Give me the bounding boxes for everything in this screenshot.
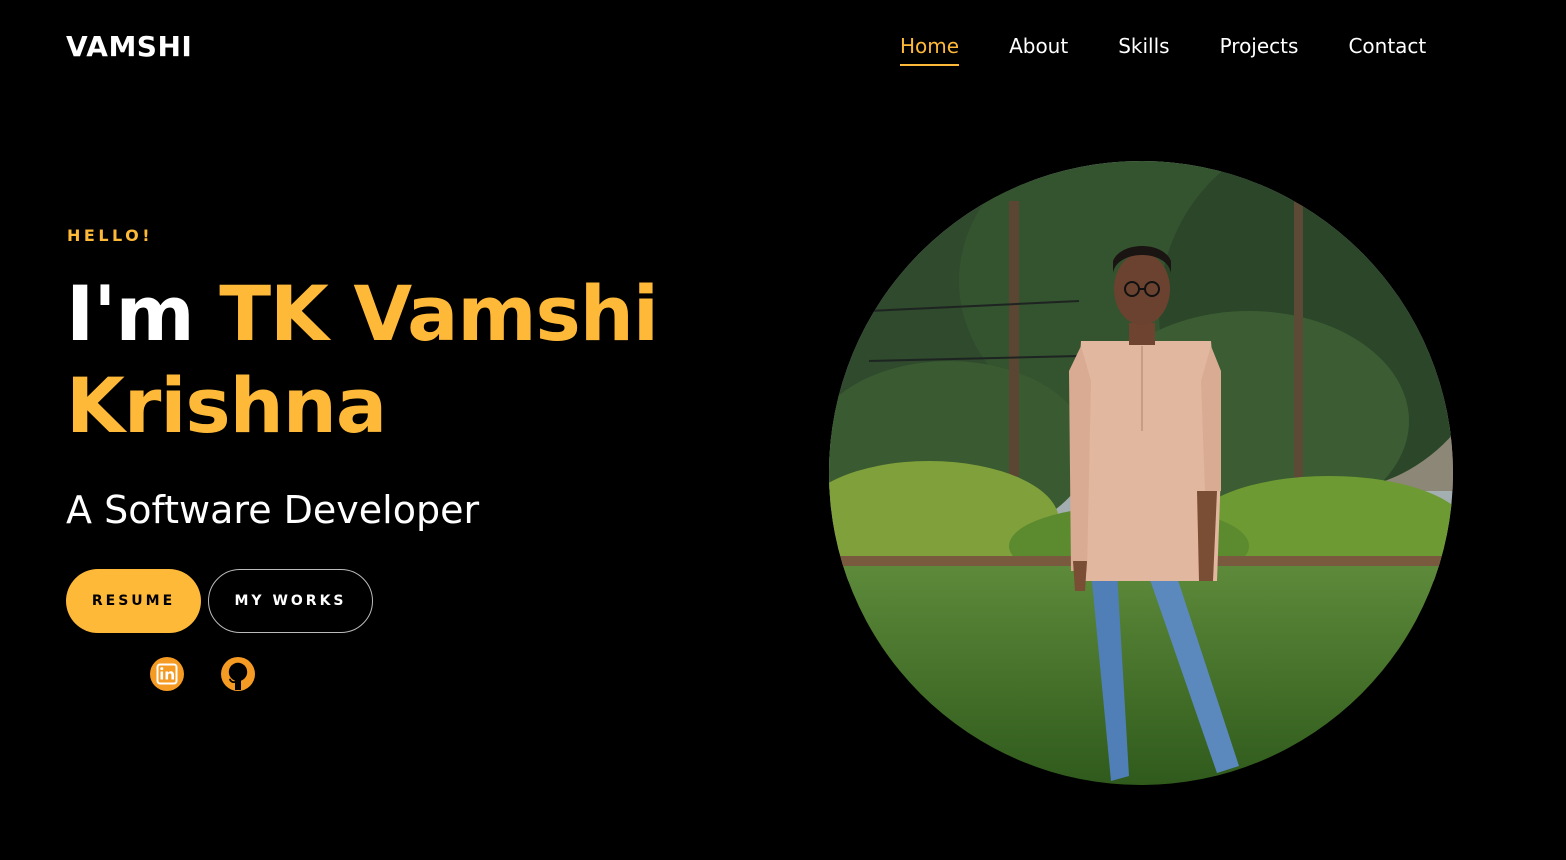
resume-button[interactable]: RESUME [66, 569, 201, 633]
nav-item-skills[interactable]: Skills [1118, 34, 1169, 66]
hero-subtitle: A Software Developer [66, 488, 480, 532]
nav-item-about[interactable]: About [1009, 34, 1068, 66]
logo[interactable]: VAMSHI [66, 30, 192, 63]
headline-intro: I'm [66, 269, 195, 358]
nav-item-projects[interactable]: Projects [1220, 34, 1299, 66]
page: VAMSHI Home About Skills Projects Contac… [0, 0, 1566, 860]
my-works-button[interactable]: MY WORKS [208, 569, 373, 633]
github-icon[interactable] [220, 656, 256, 692]
linkedin-icon[interactable] [149, 656, 185, 692]
hero-headline: I'm TK Vamshi Krishna [66, 268, 766, 452]
main-nav: Home About Skills Projects Contact [900, 34, 1476, 66]
greeting: HELLO! [67, 226, 154, 245]
profile-photo [829, 161, 1453, 785]
nav-item-contact[interactable]: Contact [1348, 34, 1426, 66]
nav-item-home[interactable]: Home [900, 34, 960, 66]
